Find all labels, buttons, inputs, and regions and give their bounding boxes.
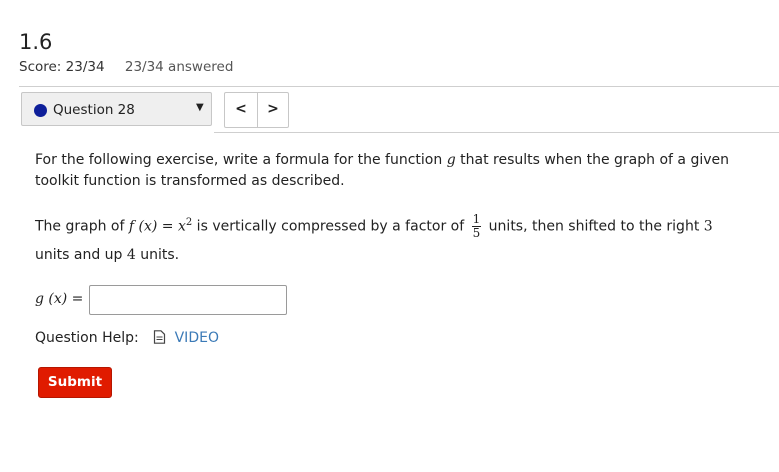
question-help: Question Help: VIDEO [35,330,219,348]
chevron-left-icon: < [235,101,247,117]
function-f: f (x) = x [128,218,186,235]
assignment-title: 1.6 [19,30,53,54]
chevron-right-icon: > [267,101,279,117]
answered-count: 23/34 answered [124,59,234,75]
submit-button[interactable]: Submit [38,367,112,398]
compression-fraction: 15 [471,212,482,241]
shift-up-value: 4 [126,247,136,263]
next-question-button[interactable]: > [257,93,289,127]
divider-top [19,86,779,87]
question-nav-buttons: < > [224,92,289,128]
score-text: Score: 23/34 [19,59,105,75]
question-body-cont: units and up 4 units. [35,247,180,263]
question-selector[interactable]: Question 28 ▼ [21,92,212,126]
answer-input[interactable] [89,285,287,315]
document-icon [153,330,166,348]
score-row: Score: 23/34 23/34 answered [19,59,233,75]
question-status-dot [34,104,47,117]
question-body: The graph of f (x) = x2 is vertically co… [35,212,713,241]
question-help-label: Question Help: [35,330,139,346]
answer-label: g (x) = [35,291,84,307]
divider-bottom [214,132,779,133]
question-selector-label: Question 28 [53,102,135,118]
video-link[interactable]: VIDEO [175,330,219,346]
caret-down-icon: ▼ [196,102,204,113]
prev-question-button[interactable]: < [225,93,258,127]
shift-right-value: 3 [703,218,713,235]
question-intro: For the following exercise, write a form… [35,152,729,189]
